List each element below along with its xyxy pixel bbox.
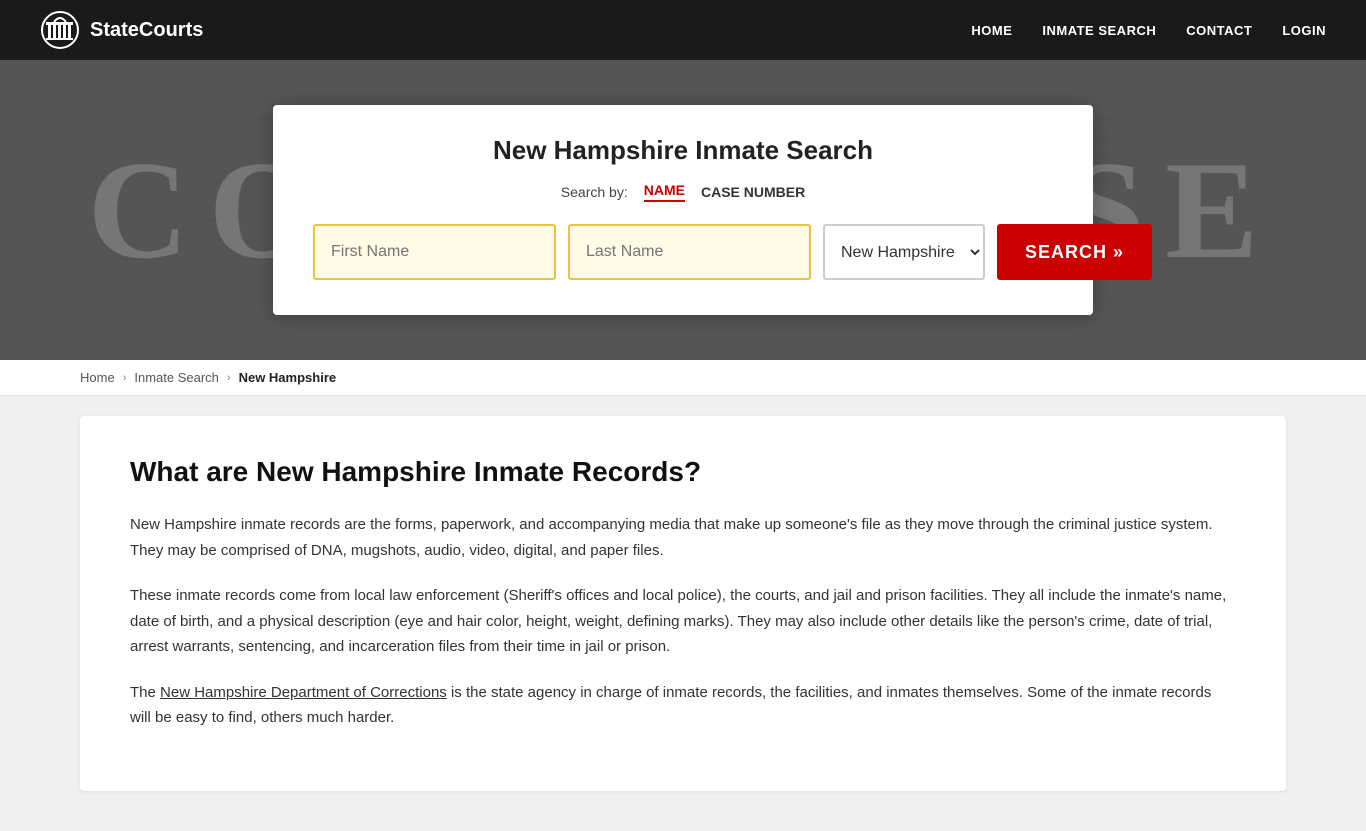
- nav-contact[interactable]: CONTACT: [1186, 23, 1252, 38]
- hero-section: COURTHOUSE New Hampshire Inmate Search S…: [0, 60, 1366, 360]
- logo-text: StateCourts: [90, 19, 203, 42]
- search-card: New Hampshire Inmate Search Search by: N…: [273, 105, 1093, 315]
- search-by-label: Search by:: [561, 184, 628, 200]
- nh-dept-corrections-link[interactable]: New Hampshire Department of Corrections: [160, 684, 447, 701]
- content-title: What are New Hampshire Inmate Records?: [130, 456, 1236, 488]
- logo-icon: [40, 10, 80, 50]
- content-para-1: New Hampshire inmate records are the for…: [130, 512, 1236, 563]
- breadcrumb: Home › Inmate Search › New Hampshire: [0, 360, 1366, 396]
- content-para-2: These inmate records come from local law…: [130, 583, 1236, 660]
- nav-home[interactable]: HOME: [971, 23, 1012, 38]
- search-title: New Hampshire Inmate Search: [313, 135, 1053, 166]
- breadcrumb-sep-1: ›: [123, 372, 127, 384]
- search-by-row: Search by: NAME CASE NUMBER: [313, 182, 1053, 202]
- search-inputs-row: New HampshireAlabamaAlaskaArizonaArkansa…: [313, 224, 1053, 280]
- content-para-3-prefix: The: [130, 684, 160, 701]
- search-button[interactable]: SEARCH »: [997, 224, 1152, 280]
- tab-case-number[interactable]: CASE NUMBER: [701, 184, 805, 200]
- breadcrumb-inmate-search[interactable]: Inmate Search: [134, 370, 219, 385]
- breadcrumb-home[interactable]: Home: [80, 370, 115, 385]
- state-select[interactable]: New HampshireAlabamaAlaskaArizonaArkansa…: [823, 224, 985, 280]
- breadcrumb-current: New Hampshire: [239, 370, 337, 385]
- logo[interactable]: StateCourts: [40, 10, 203, 50]
- content-para-3: The New Hampshire Department of Correcti…: [130, 680, 1236, 731]
- content-area: What are New Hampshire Inmate Records? N…: [0, 396, 1366, 831]
- tab-name[interactable]: NAME: [644, 182, 685, 202]
- nav-login[interactable]: LOGIN: [1282, 23, 1326, 38]
- content-card: What are New Hampshire Inmate Records? N…: [80, 416, 1286, 791]
- first-name-input[interactable]: [313, 224, 556, 280]
- breadcrumb-sep-2: ›: [227, 372, 231, 384]
- navigation: HOME INMATE SEARCH CONTACT LOGIN: [971, 23, 1326, 38]
- last-name-input[interactable]: [568, 224, 811, 280]
- header: StateCourts HOME INMATE SEARCH CONTACT L…: [0, 0, 1366, 60]
- nav-inmate-search[interactable]: INMATE SEARCH: [1042, 23, 1156, 38]
